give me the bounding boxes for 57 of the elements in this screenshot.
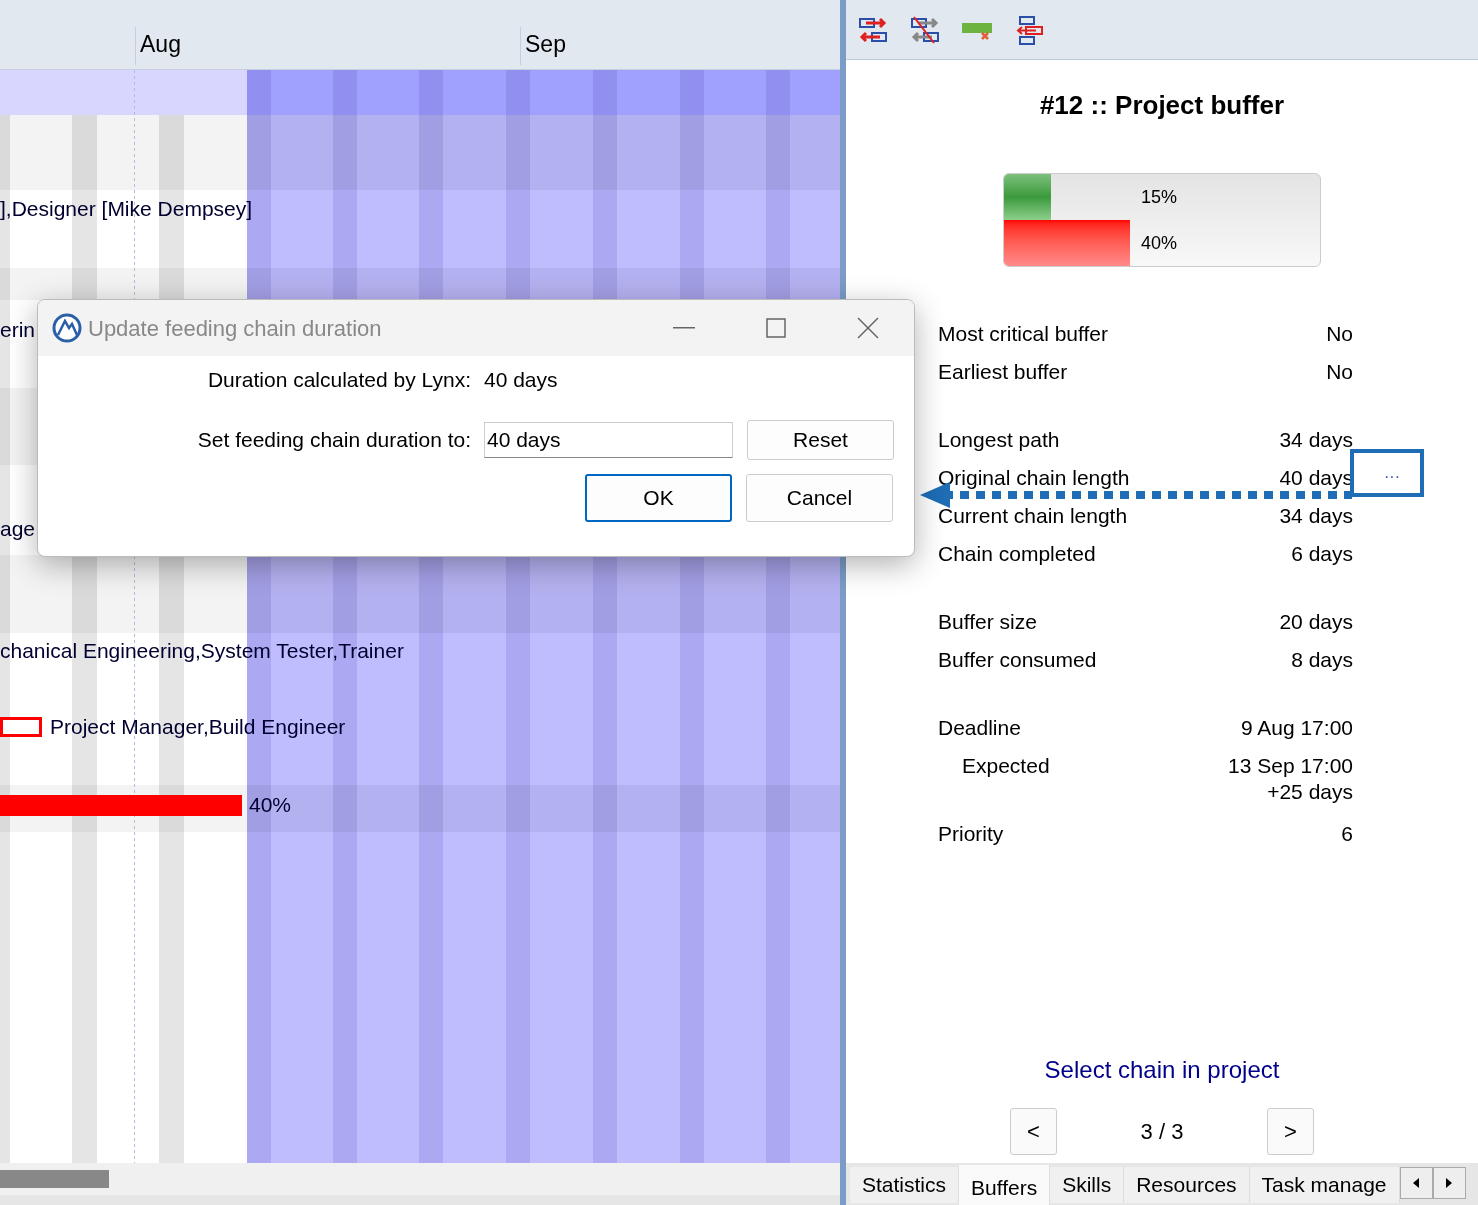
stat-label: Original chain length [938,465,1130,491]
reset-button[interactable]: Reset [747,420,894,460]
tab[interactable]: Skills [1050,1167,1125,1203]
app-logo-icon [52,313,82,343]
scroll-left-icon[interactable] [1399,1167,1433,1199]
stat-label: Chain completed [938,541,1096,567]
meter-reading: 40% [1141,231,1178,255]
tab[interactable]: Task manage [1249,1167,1400,1203]
stat-value: No [1326,321,1353,347]
stat-label: Buffer consumed [938,647,1097,673]
cancel-button[interactable]: Cancel [746,474,893,522]
stat-value: 9 Aug 17:00 [1240,715,1353,741]
stat-value: 6 days [1291,541,1353,567]
stat-note: +25 days [1267,779,1353,805]
month-label: Sep [520,27,566,65]
scrollbar-thumb[interactable] [0,1170,109,1188]
stat-label: Earliest buffer [938,359,1068,385]
stat-label: Expected [961,753,1050,779]
dialog-title: Update feeding chain duration [88,314,382,343]
bar-label: 40% [249,792,292,819]
insert-chain-icon[interactable] [1014,14,1044,45]
stat-value: 6 [1341,821,1353,847]
scroll-right-icon[interactable] [1432,1167,1466,1199]
stat-label: Buffer size [938,609,1037,635]
field-label: Duration calculated by Lynx: [206,367,471,394]
select-chain-link[interactable]: Select chain in project [1044,1052,1280,1088]
previous-button[interactable]: < [1010,1108,1057,1155]
resource-label: chanical Engineering,System Tester,Trainer [0,638,404,665]
resource-label: erin [0,317,36,344]
stat-label: Deadline [938,715,1021,741]
page-counter: 3 / 3 [1139,1118,1185,1146]
stat-value: 20 days [1279,609,1353,635]
ok-button[interactable]: OK [585,474,732,522]
next-button[interactable]: > [1267,1108,1314,1155]
resource-label: ],Designer [Mike Dempsey] [0,196,253,223]
panel-title: #12 :: Project buffer [1038,89,1286,122]
stat-value: 34 days [1279,503,1353,529]
stat-value: 13 Sep 17:00 [1228,753,1353,779]
duration-input[interactable]: 40 days [484,422,733,458]
stat-value: 8 days [1291,647,1353,673]
stat-label: Longest path [938,427,1060,453]
stat-label: Current chain length [938,503,1128,529]
stat-label: Priority [938,821,1004,847]
month-label: Aug [135,27,181,65]
resource-label: Project Manager,Build Engineer [50,714,346,741]
tab[interactable]: Statistics [850,1167,960,1203]
stat-value: 34 days [1279,427,1353,453]
calculated-duration: 40 days [484,367,558,394]
unlink-chains-icon[interactable] [910,14,940,45]
stat-label: Most critical buffer [938,321,1108,347]
field-label: Set feeding chain duration to: [196,427,471,454]
tab[interactable]: Resources [1124,1167,1250,1203]
edit-button[interactable]: ··· [1363,459,1421,495]
tab[interactable]: Buffers [959,1165,1051,1205]
resource-label: age [0,516,36,543]
meter-reading: 15% [1141,185,1178,209]
stat-value: No [1326,359,1353,385]
